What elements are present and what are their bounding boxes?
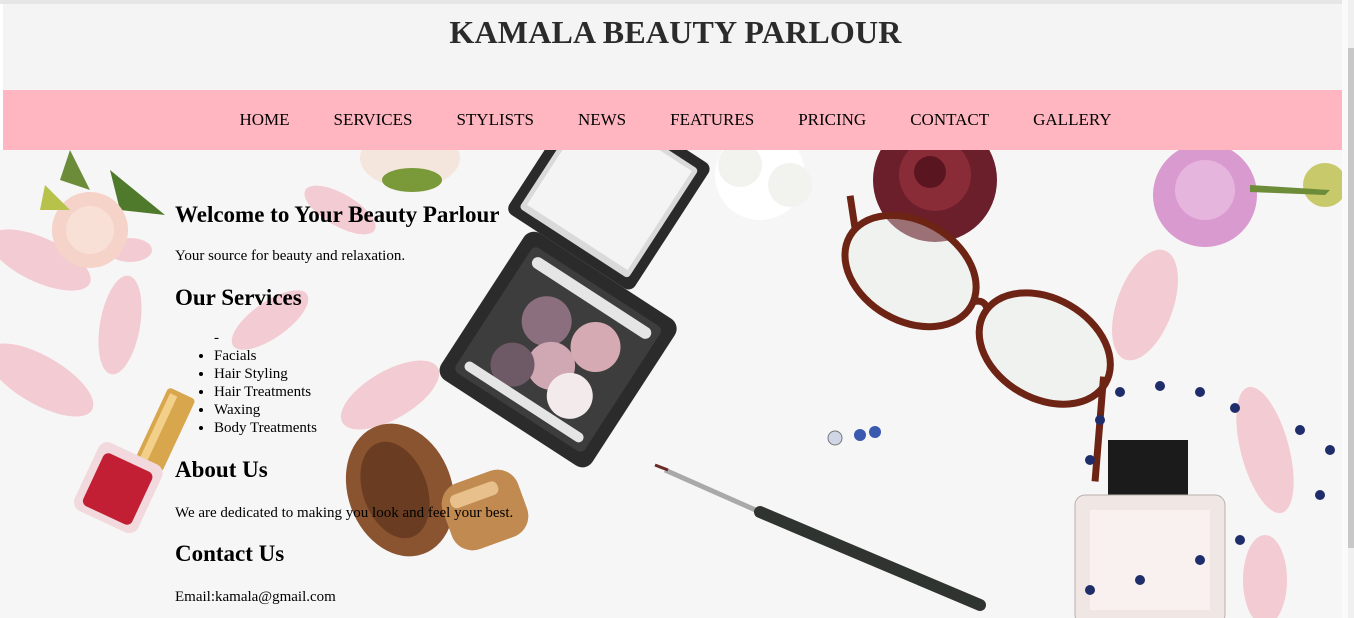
vertical-scrollbar[interactable] xyxy=(1348,0,1354,618)
scrollbar-thumb[interactable] xyxy=(1348,48,1354,548)
list-item: Body Treatments xyxy=(214,419,675,437)
services-heading: Our Services xyxy=(175,285,302,310)
nav-gallery[interactable]: GALLERY xyxy=(1033,110,1111,130)
nav-services[interactable]: SERVICES xyxy=(334,110,413,130)
eyeglasses xyxy=(841,195,1114,482)
nav-home[interactable]: HOME xyxy=(239,110,289,130)
welcome-text: Your source for beauty and relaxation. xyxy=(175,248,406,264)
list-item: Hair Treatments xyxy=(214,383,675,401)
list-item: Facials xyxy=(214,347,675,365)
list-item: - xyxy=(214,330,219,346)
list-item: Hair Styling xyxy=(214,365,675,383)
nav-pricing[interactable]: PRICING xyxy=(798,110,866,130)
services-list: - Facials Hair Styling Hair Treatments W… xyxy=(175,329,675,437)
eyeliner-brush xyxy=(654,463,986,611)
welcome-heading: Welcome to Your Beauty Parlour xyxy=(175,202,500,227)
main-content: Welcome to Your Beauty Parlour Your sour… xyxy=(175,150,675,606)
nav-news[interactable]: NEWS xyxy=(578,110,626,130)
list-item: Waxing xyxy=(214,401,675,419)
white-flower xyxy=(715,150,812,220)
about-text: We are dedicated to making you look and … xyxy=(175,505,514,521)
site-header: KAMALA BEAUTY PARLOUR xyxy=(3,4,1348,90)
contact-email: Email:kamala@gmail.com xyxy=(175,589,336,605)
main-nav: HOME SERVICES STYLISTS NEWS FEATURES PRI… xyxy=(3,90,1348,150)
nav-features[interactable]: FEATURES xyxy=(670,110,754,130)
contact-heading: Contact Us xyxy=(175,541,285,566)
nav-stylists[interactable]: STYLISTS xyxy=(456,110,533,130)
earrings xyxy=(827,426,881,446)
purple-flower xyxy=(1153,150,1347,247)
about-heading: About Us xyxy=(175,457,268,482)
site-title: KAMALA BEAUTY PARLOUR xyxy=(449,14,902,50)
nav-contact[interactable]: CONTACT xyxy=(910,110,989,130)
